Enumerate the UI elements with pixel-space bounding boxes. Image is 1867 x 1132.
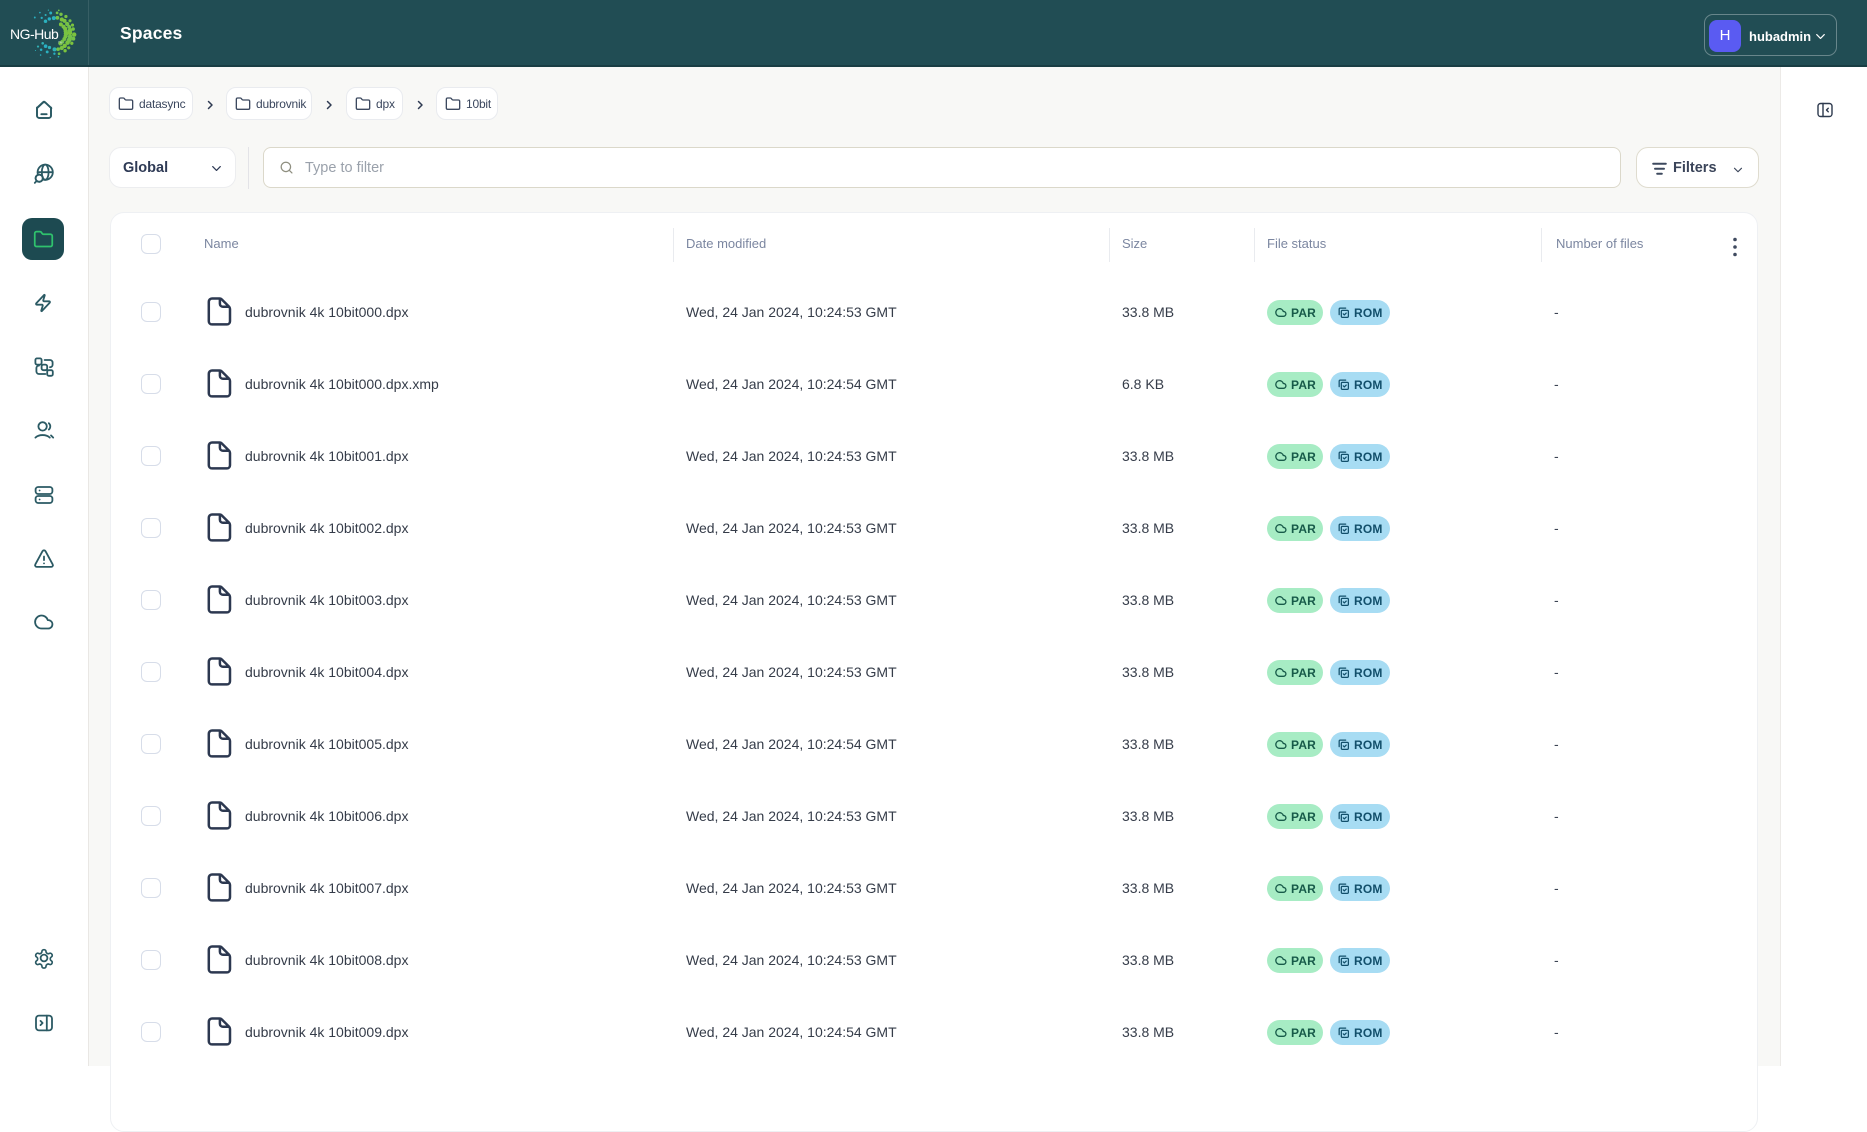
svg-text:NG-Hub: NG-Hub bbox=[10, 26, 59, 42]
svg-text:TM: TM bbox=[58, 41, 63, 45]
